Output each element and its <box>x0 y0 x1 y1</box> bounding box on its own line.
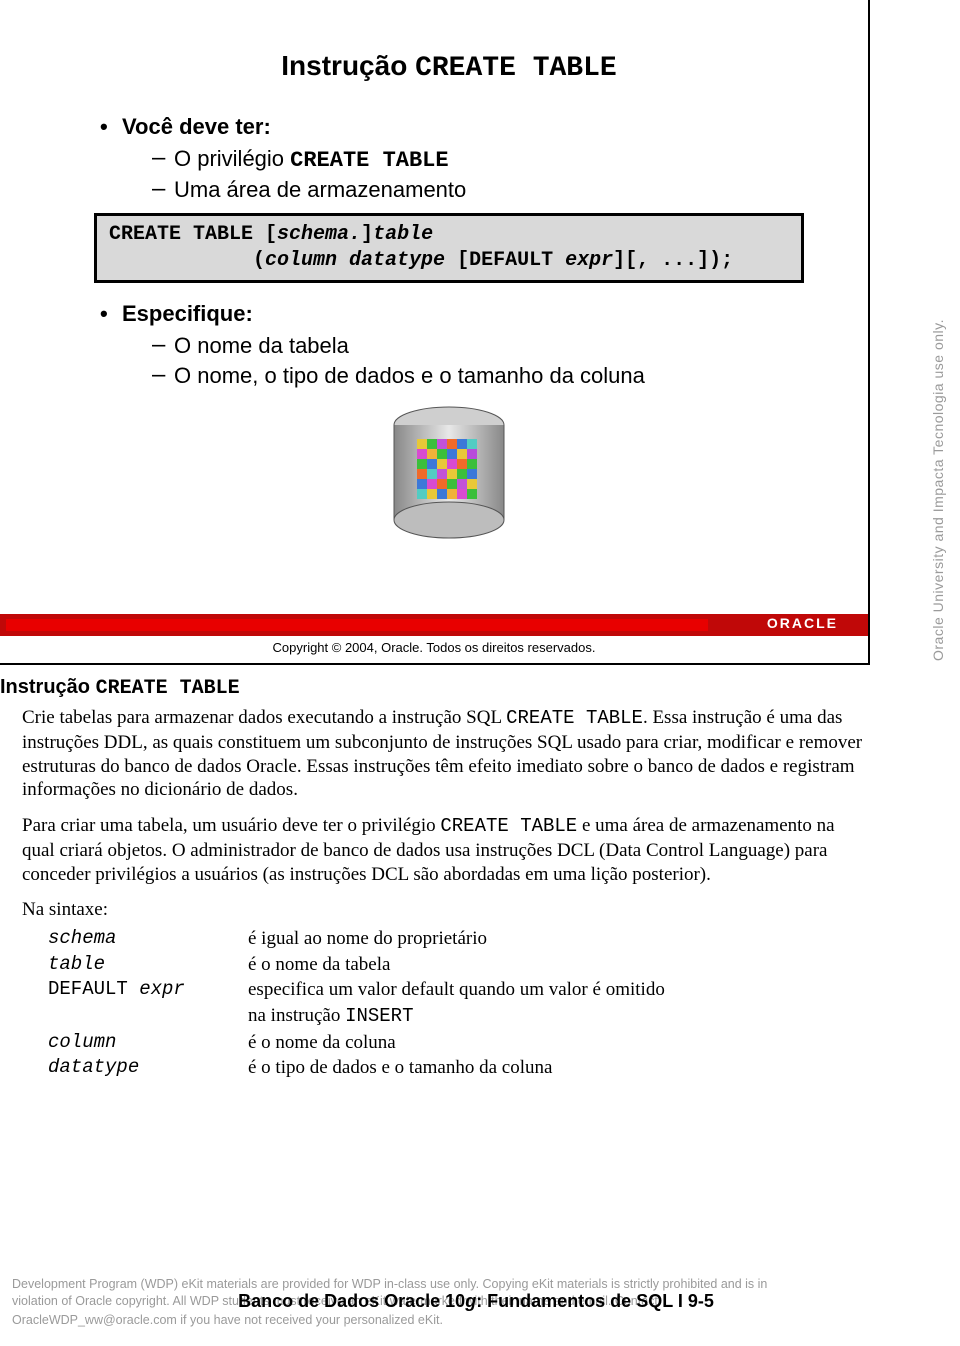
ft-b: : Fundamentos de SQL I 9-5 <box>476 1291 714 1311</box>
red-inner <box>6 619 708 631</box>
syntax-row: columné o nome da coluna <box>48 1030 870 1056</box>
syntax-row: DEFAULT exprespecifica um valor default … <box>48 977 870 1029</box>
slide-content: Instrução CREATE TABLE Você deve ter: O … <box>0 0 868 545</box>
slide-title-mono: CREATE TABLE <box>415 53 617 84</box>
b1b-text: Uma área de armazenamento <box>174 177 466 202</box>
syn-v-3: é o nome da coluna <box>248 1030 870 1056</box>
copyright-bar: ORACLE Copyright © 2004, Oracle. Todos o… <box>0 614 868 663</box>
bullet-2b: O nome, o tipo de dados e o tamanho da c… <box>152 363 818 389</box>
page: Instrução CREATE TABLE Você deve ter: O … <box>0 0 960 1346</box>
code-box: CREATE TABLE [schema.]table (column data… <box>94 213 804 283</box>
syn-k-0: schema <box>48 926 248 952</box>
para-1: Crie tabelas para armazenar dados execut… <box>22 706 870 802</box>
syn-k-2: DEFAULT expr <box>48 977 248 1029</box>
copyright-text: Copyright © 2004, Oracle. Todos os direi… <box>0 636 868 663</box>
p2a: Para criar uma tabela, um usuário deve t… <box>22 815 440 836</box>
syn-k-3: column <box>48 1030 248 1056</box>
c2b: column datatype <box>265 249 457 272</box>
bullet-1: Você deve ter: O privilégio CREATE TABLE… <box>100 114 818 203</box>
c1c: ] <box>361 223 373 246</box>
syn-v-4: é o tipo de dados e o tamanho da coluna <box>248 1055 870 1081</box>
syn-v-2: especifica um valor default quando um va… <box>248 977 870 1029</box>
bullet-2: Especifique: O nome da tabela O nome, o … <box>100 301 818 389</box>
b2a-text: O nome da tabela <box>174 333 349 358</box>
slide-title: Instrução CREATE TABLE <box>80 50 818 84</box>
syn-v-0: é igual ao nome do proprietário <box>248 926 870 952</box>
sh-mono: CREATE TABLE <box>96 677 240 700</box>
footer: Development Program (WDP) eKit materials… <box>0 1276 940 1328</box>
para-3: Na sintaxe: <box>22 898 870 922</box>
slide-title-text: Instrução <box>281 50 415 81</box>
c1a: CREATE TABLE [ <box>109 223 277 246</box>
bullet-1-text: Você deve ter: <box>122 114 271 139</box>
body-text: Instrução CREATE TABLE Crie tabelas para… <box>0 676 870 1081</box>
fine-print-3: OracleWDP_ww@oracle.com if you have not … <box>12 1312 940 1328</box>
syn-k-1: table <box>48 952 248 978</box>
p2m1: CREATE TABLE <box>440 815 577 837</box>
bullet-2-text: Especifique: <box>122 301 253 326</box>
ft-a: Banco de Dados Oracle 10 <box>238 1291 465 1311</box>
slide-frame: Instrução CREATE TABLE Você deve ter: O … <box>0 0 870 665</box>
para-2: Para criar uma tabela, um usuário deve t… <box>22 814 870 886</box>
oracle-logo: ORACLE <box>767 615 838 631</box>
bullet-1b: Uma área de armazenamento <box>152 177 818 203</box>
syntax-row: schemaé igual ao nome do proprietário <box>48 926 870 952</box>
c2d: expr <box>565 249 613 272</box>
bullet-list-2: Especifique: O nome da tabela O nome, o … <box>80 301 818 389</box>
bullet-list: Você deve ter: O privilégio CREATE TABLE… <box>80 114 818 203</box>
b2b-text: O nome, o tipo de dados e o tamanho da c… <box>174 363 645 388</box>
bullet-1a: O privilégio CREATE TABLE <box>152 146 818 173</box>
c1d: table <box>373 223 433 246</box>
c2a: ( <box>109 249 265 272</box>
syn-k-4: datatype <box>48 1055 248 1081</box>
syn-v-1: é o nome da tabela <box>248 952 870 978</box>
c2e: ][, ...]); <box>613 249 733 272</box>
ft-g: g <box>465 1291 476 1311</box>
p1a: Crie tabelas para armazenar dados execut… <box>22 707 506 728</box>
database-cylinder-icon <box>384 405 514 545</box>
syntax-row: tableé o nome da tabela <box>48 952 870 978</box>
c1b: schema. <box>277 223 361 246</box>
section-heading: Instrução CREATE TABLE <box>0 676 870 700</box>
side-watermark: Oracle University and Impacta Tecnologia… <box>930 180 950 800</box>
red-stripe: ORACLE <box>0 614 868 636</box>
bullet-2a: O nome da tabela <box>152 333 818 359</box>
syntax-row: datatypeé o tipo de dados e o tamanho da… <box>48 1055 870 1081</box>
syntax-table: schemaé igual ao nome do proprietário ta… <box>48 926 870 1081</box>
c2c: [DEFAULT <box>457 249 565 272</box>
sh-pre: Instrução <box>0 676 96 698</box>
p1m1: CREATE TABLE <box>506 707 643 729</box>
b1a-mono: CREATE TABLE <box>290 148 448 173</box>
b1a-pre: O privilégio <box>174 146 290 171</box>
